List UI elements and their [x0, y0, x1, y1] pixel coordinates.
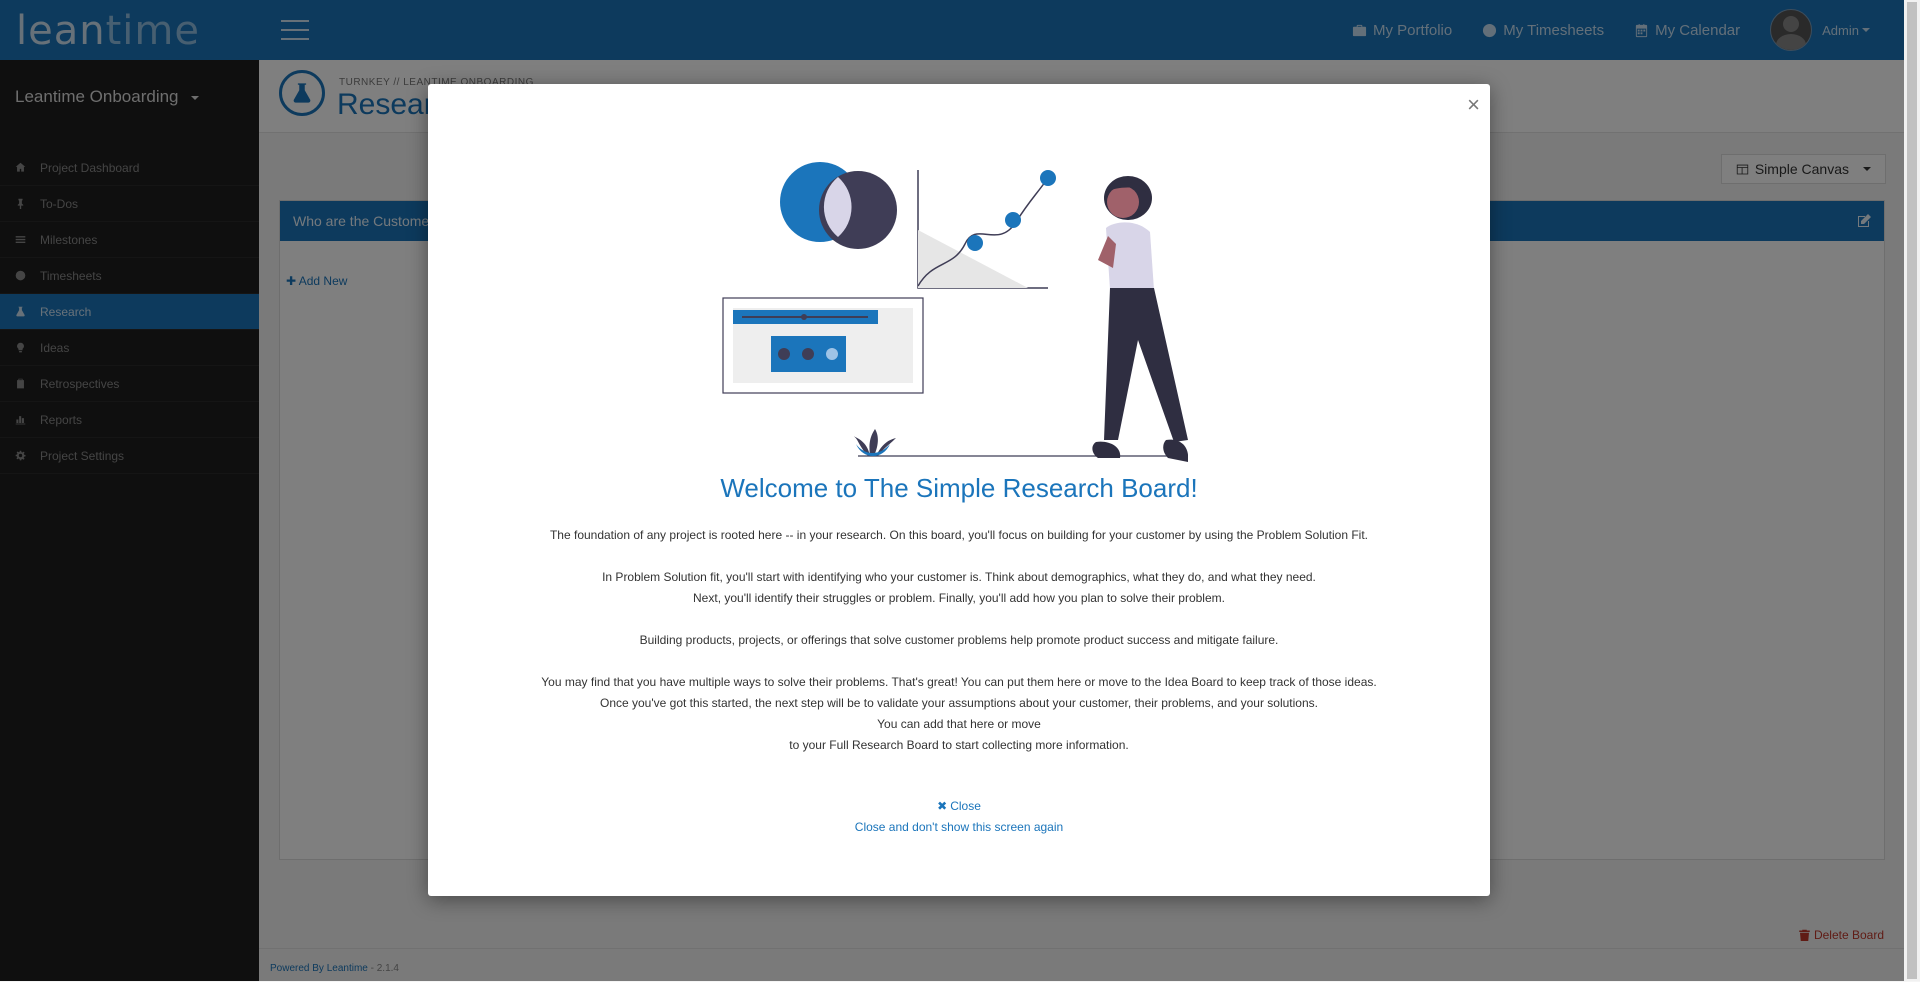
modal-paragraph: In Problem Solution fit, you'll start wi… — [428, 567, 1490, 609]
modal-actions: ✖ Close Close and don't show this screen … — [428, 796, 1490, 838]
person-shoe-right — [1163, 439, 1188, 462]
modal-line: to your Full Research Board to start col… — [789, 738, 1129, 752]
research-illustration — [722, 162, 1188, 462]
modal-title: Welcome to The Simple Research Board! — [720, 473, 1198, 503]
modal-line: You may find that you have multiple ways… — [541, 675, 1377, 689]
chart-point — [1040, 170, 1056, 186]
page-scrollbar[interactable] — [1904, 0, 1920, 981]
chart-point — [1005, 212, 1021, 228]
modal-paragraph: The foundation of any project is rooted … — [549, 528, 1369, 542]
scrollbar-thumb[interactable] — [1907, 2, 1917, 979]
modal-line: Next, you'll identify their struggles or… — [693, 591, 1225, 605]
modal-body: The foundation of any project is rooted … — [428, 525, 1490, 777]
close-button-label: Close — [950, 799, 981, 813]
modal-line: You can add that here or move — [877, 717, 1041, 731]
person-head — [1107, 186, 1139, 218]
modal-paragraph: You may find that you have multiple ways… — [428, 672, 1490, 756]
modal-line: Once you've got this started, the next s… — [599, 696, 1318, 710]
welcome-modal: × Welcome to The Simple Research Board! … — [428, 84, 1490, 896]
modal-paragraph: Building products, projects, or offering… — [639, 633, 1279, 647]
plant — [853, 429, 896, 456]
person-legs — [1104, 288, 1188, 442]
person-shoe-left — [1092, 441, 1121, 458]
dont-show-again-button[interactable]: Close and don't show this screen again — [855, 817, 1063, 838]
close-icon: ✖ — [937, 799, 948, 813]
chart-point — [967, 235, 983, 251]
close-button[interactable]: ✖ Close — [937, 796, 981, 817]
modal-line: In Problem Solution fit, you'll start wi… — [602, 570, 1316, 584]
close-icon[interactable]: × — [1467, 94, 1480, 116]
